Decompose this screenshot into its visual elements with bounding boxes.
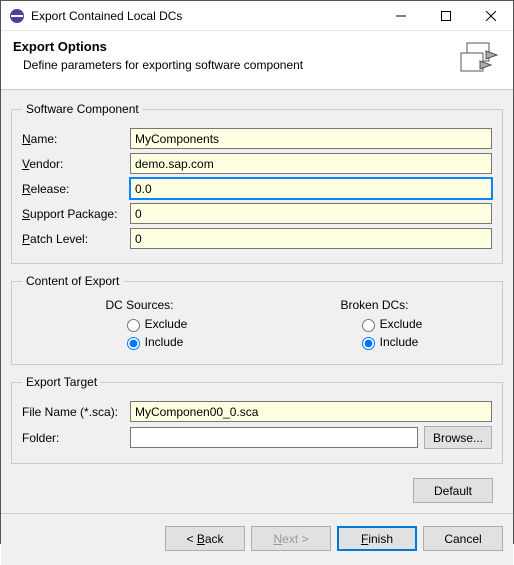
- broken-include-label: Include: [380, 335, 419, 349]
- folder-label: Folder:: [22, 431, 130, 445]
- dc-sources-include-radio[interactable]: [127, 337, 140, 350]
- filename-input[interactable]: [130, 401, 492, 422]
- filename-label: File Name (*.sca):: [22, 405, 130, 419]
- minimize-icon: [396, 11, 406, 21]
- vendor-label: Vendor:: [22, 157, 130, 171]
- export-target-group: Export Target File Name (*.sca): Folder:…: [11, 375, 503, 464]
- content-of-export-legend: Content of Export: [22, 274, 123, 288]
- app-icon: [9, 8, 25, 24]
- maximize-button[interactable]: [423, 1, 468, 30]
- vendor-input[interactable]: [130, 153, 492, 174]
- browse-button[interactable]: Browse...: [424, 426, 492, 449]
- maximize-icon: [441, 11, 451, 21]
- export-target-legend: Export Target: [22, 375, 101, 389]
- broken-exclude-label: Exclude: [380, 317, 423, 331]
- support-package-label: Support Package:: [22, 207, 130, 221]
- dc-sources-column: DC Sources: Exclude Include: [92, 298, 188, 352]
- dc-sources-include-label: Include: [145, 335, 184, 349]
- release-input[interactable]: [130, 178, 492, 199]
- release-label: Release:: [22, 182, 130, 196]
- content-of-export-group: Content of Export DC Sources: Exclude In…: [11, 274, 503, 365]
- page-title: Export Options: [13, 39, 453, 54]
- patch-level-input[interactable]: [130, 228, 492, 249]
- support-package-input[interactable]: [130, 203, 492, 224]
- dc-sources-exclude-radio[interactable]: [127, 319, 140, 332]
- page-subtitle: Define parameters for exporting software…: [23, 58, 453, 72]
- broken-dcs-column: Broken DCs: Exclude Include: [327, 298, 423, 352]
- titlebar: Export Contained Local DCs: [1, 1, 513, 31]
- content-area: Software Component Name: Vendor: Release…: [1, 90, 513, 513]
- name-label: Name:: [22, 132, 130, 146]
- software-component-legend: Software Component: [22, 102, 143, 116]
- back-button[interactable]: < Back: [165, 526, 245, 551]
- default-button[interactable]: Default: [413, 478, 493, 503]
- folder-input[interactable]: [130, 427, 418, 448]
- cancel-button[interactable]: Cancel: [423, 526, 503, 551]
- name-input[interactable]: [130, 128, 492, 149]
- header: Export Options Define parameters for exp…: [1, 31, 513, 90]
- next-button: Next >: [251, 526, 331, 551]
- export-icon: [453, 39, 501, 79]
- footer: < Back Next > Finish Cancel: [1, 513, 513, 565]
- dc-sources-exclude-label: Exclude: [145, 317, 188, 331]
- dc-sources-label: DC Sources:: [92, 298, 188, 312]
- broken-exclude-radio[interactable]: [362, 319, 375, 332]
- close-button[interactable]: [468, 1, 513, 30]
- patch-level-label: Patch Level:: [22, 232, 130, 246]
- window-buttons: [378, 1, 513, 30]
- broken-include-radio[interactable]: [362, 337, 375, 350]
- window-title: Export Contained Local DCs: [31, 9, 378, 23]
- minimize-button[interactable]: [378, 1, 423, 30]
- broken-dcs-label: Broken DCs:: [327, 298, 423, 312]
- close-icon: [486, 11, 496, 21]
- finish-button[interactable]: Finish: [337, 526, 417, 551]
- software-component-group: Software Component Name: Vendor: Release…: [11, 102, 503, 264]
